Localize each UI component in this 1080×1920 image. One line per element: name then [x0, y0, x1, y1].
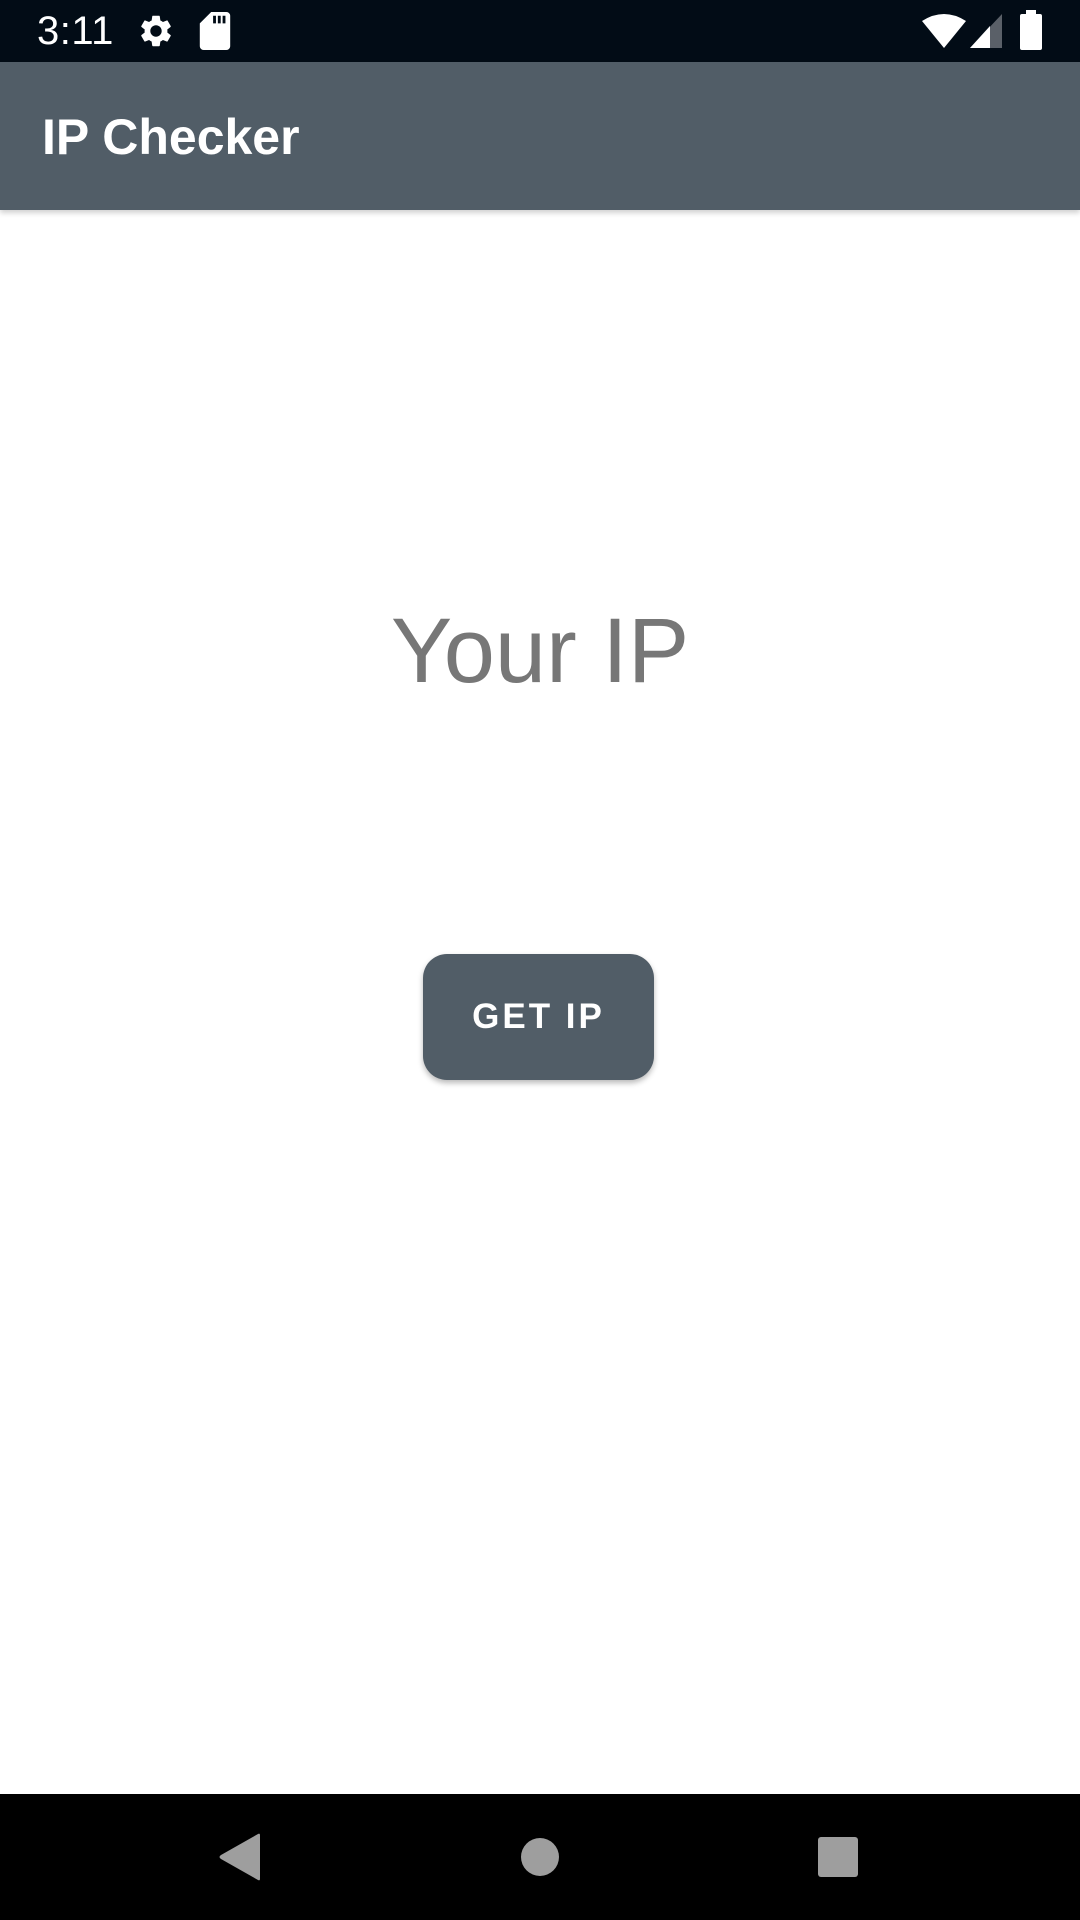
get-ip-button[interactable]: GET IP: [423, 954, 654, 1080]
home-button[interactable]: [470, 1794, 610, 1920]
app-title: IP Checker: [42, 109, 300, 165]
settings-icon: [141, 15, 171, 47]
recents-button[interactable]: [768, 1794, 908, 1920]
ip-text: Your IP: [390, 600, 690, 702]
navigation-bar: [0, 1794, 1080, 1920]
battery-icon: [1020, 10, 1042, 50]
back-button[interactable]: [170, 1794, 310, 1920]
status-time: 3:11: [37, 9, 114, 53]
wifi-icon: [922, 14, 966, 48]
home-icon: [521, 1838, 559, 1876]
sd-card-icon: [199, 12, 231, 50]
get-ip-button-label: GET IP: [472, 997, 605, 1036]
signal-icon: [970, 14, 1002, 48]
status-bar: 3:11: [0, 0, 1080, 62]
screen: 3:11 IP Checker Your IP GET IP: [0, 0, 1080, 1920]
app-bar: IP Checker: [0, 62, 1080, 210]
recents-icon: [818, 1837, 858, 1877]
back-icon: [219, 1833, 260, 1881]
